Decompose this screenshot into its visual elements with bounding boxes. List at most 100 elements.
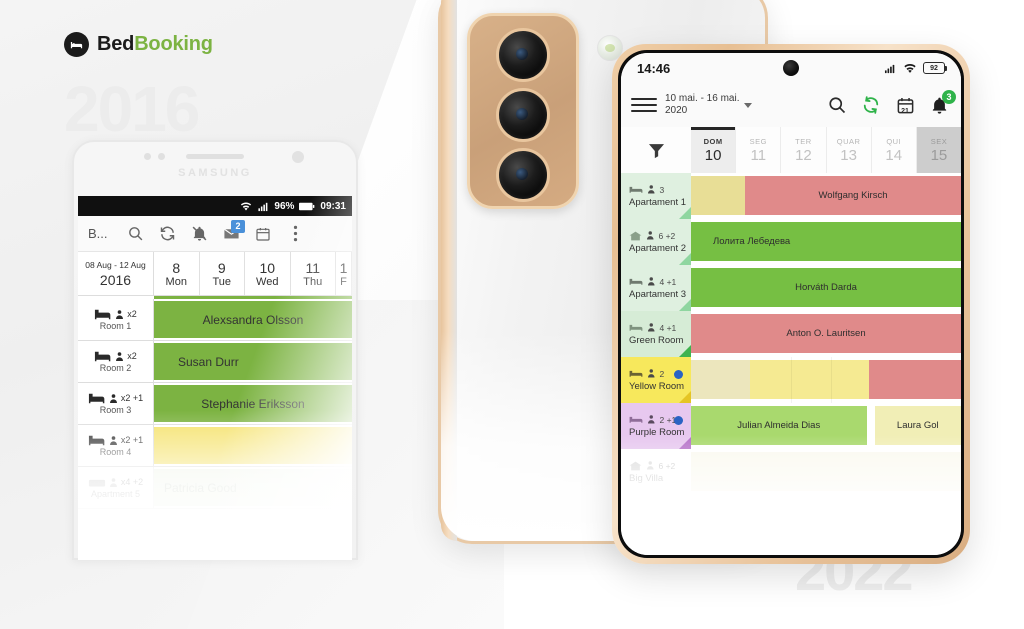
old-day-name: Mon xyxy=(165,275,187,288)
room-corner-marker xyxy=(679,437,691,449)
reservation-block[interactable]: Лолита Лебедева xyxy=(691,222,961,261)
reservation-block[interactable]: Patricia Good xyxy=(154,469,352,506)
reservation-block[interactable]: Laura Gol xyxy=(874,406,961,445)
room-name: Apartament 2 xyxy=(629,242,687,254)
reservation-block[interactable]: Anton O. Lauritsen xyxy=(691,314,961,353)
old-date-range-year: 2016 xyxy=(99,271,132,288)
old-room-track[interactable]: Susan Durr xyxy=(154,341,352,382)
reservation-block[interactable]: Horváth Darda xyxy=(691,268,961,307)
old-room-cell[interactable]: x2 Room 1 xyxy=(78,299,154,340)
reservation-block[interactable] xyxy=(691,452,961,491)
calendar-icon[interactable]: 21 xyxy=(893,93,917,117)
notification-bell-icon[interactable]: 3 xyxy=(927,90,956,117)
old-phone-front-camera xyxy=(292,151,304,163)
reservation-block[interactable] xyxy=(869,360,961,399)
date-range-selector[interactable]: 10 mai. - 16 mai. 2020 xyxy=(665,93,753,118)
reservation-block[interactable]: Stephanie Eriksson xyxy=(154,385,352,422)
room-capacity: 6 +2 xyxy=(658,230,676,241)
refresh-icon[interactable] xyxy=(152,219,182,249)
reservation-block[interactable]: Wolfgang Kirsch xyxy=(745,176,961,215)
room-cell[interactable]: 4 +1 Apartament 3 xyxy=(621,265,691,311)
room-cell[interactable]: 6 +2 Big Villa xyxy=(621,449,691,495)
old-room-cell[interactable]: x4 +2 Apartment 5 xyxy=(78,467,154,508)
old-room-cell[interactable]: x2 +1 Room 3 xyxy=(78,383,154,424)
table-row[interactable]: x2 +1 Room 4 xyxy=(78,425,352,467)
reservation-block[interactable]: Julian Almeida Dias xyxy=(691,406,867,445)
new-status-indicators: 92 xyxy=(883,62,947,74)
room-track[interactable]: Wolfgang Kirsch xyxy=(691,173,961,219)
table-row[interactable]: 2 Yellow Room xyxy=(621,357,961,403)
person-icon xyxy=(109,477,117,487)
room-status-dot xyxy=(674,370,683,379)
table-row[interactable]: 2 +1 Purple Room Julian Almeida Dias Lau… xyxy=(621,403,961,449)
person-icon xyxy=(647,461,654,470)
old-day-column-0[interactable]: 8 Mon xyxy=(154,252,200,295)
old-day-column-3[interactable]: 11 Thu xyxy=(291,252,336,295)
table-row[interactable]: x4 +2 Apartment 5 Patricia Good xyxy=(78,467,352,509)
old-room-track[interactable] xyxy=(154,425,352,466)
room-track[interactable] xyxy=(691,357,961,403)
reservation-block[interactable] xyxy=(691,176,745,215)
room-cell[interactable]: 2 +1 Purple Room xyxy=(621,403,691,449)
day-column-sex[interactable]: SEX 15 xyxy=(915,127,961,173)
room-corner-marker xyxy=(679,391,691,403)
old-room-cell[interactable]: x2 Room 2 xyxy=(78,341,154,382)
reservation-block[interactable]: Susan Durr xyxy=(154,343,352,380)
room-track[interactable]: Лолита Лебедева xyxy=(691,219,961,265)
reservation-block[interactable] xyxy=(154,427,352,464)
old-day-column-2[interactable]: 10 Wed xyxy=(245,252,291,295)
old-phone-device: SAMSUNG 96% 09:31 B... 2 08 Aug - 12 Aug… xyxy=(72,140,358,560)
room-track[interactable]: Julian Almeida Dias Laura Gol xyxy=(691,403,961,449)
table-row[interactable]: x2 Room 2 Susan Durr xyxy=(78,341,352,383)
table-row[interactable]: x2 +1 Room 3 Stephanie Eriksson xyxy=(78,383,352,425)
old-day-column-1[interactable]: 9 Tue xyxy=(200,252,245,295)
bell-muted-icon[interactable] xyxy=(184,219,214,249)
room-track[interactable]: Anton O. Lauritsen xyxy=(691,311,961,357)
calendar-icon[interactable] xyxy=(248,219,278,249)
search-icon[interactable] xyxy=(825,93,849,117)
day-column-ter[interactable]: TER 12 xyxy=(780,127,825,173)
old-room-track[interactable]: Alexsandra Olsson xyxy=(154,299,352,340)
old-room-capacity: x2 xyxy=(127,309,137,319)
room-name: Green Room xyxy=(629,334,684,346)
signal-icon xyxy=(883,63,897,74)
person-icon xyxy=(647,231,654,240)
reservation-block[interactable] xyxy=(691,360,751,399)
new-toolbar-icons: 21 3 xyxy=(825,90,956,117)
filter-icon[interactable] xyxy=(621,127,691,173)
new-booking-grid: 3 Apartament 1 Wolfgang Kirsch 6 +2 Apar… xyxy=(621,173,961,495)
old-room-track[interactable]: Stephanie Eriksson xyxy=(154,383,352,424)
room-cell[interactable]: 2 Yellow Room xyxy=(621,357,691,403)
chevron-down-icon[interactable] xyxy=(744,102,753,108)
table-row[interactable]: 3 Apartament 1 Wolfgang Kirsch xyxy=(621,173,961,219)
day-column-quar[interactable]: QUAR 13 xyxy=(825,127,871,173)
old-date-range[interactable]: 08 Aug - 12 Aug 2016 xyxy=(78,252,154,295)
day-column-seg[interactable]: SEG 11 xyxy=(735,127,780,173)
room-name: Yellow Room xyxy=(629,380,685,392)
room-cell[interactable]: 3 Apartament 1 xyxy=(621,173,691,219)
table-row[interactable]: x2 Room 1 Alexsandra Olsson xyxy=(78,299,352,341)
room-cell[interactable]: 4 +1 Green Room xyxy=(621,311,691,357)
day-column-dom[interactable]: DOM 10 xyxy=(691,127,736,173)
day-name: QUAR xyxy=(836,136,861,146)
room-track[interactable] xyxy=(691,449,961,495)
overflow-menu-icon[interactable] xyxy=(280,219,310,249)
hamburger-menu-icon[interactable] xyxy=(631,97,657,113)
table-row[interactable]: 4 +1 Apartament 3 Horváth Darda xyxy=(621,265,961,311)
old-day-column-4[interactable]: 1 F xyxy=(336,252,352,295)
old-room-capacity-line: x4 +2 xyxy=(88,477,143,488)
day-column-qui[interactable]: QUI 14 xyxy=(870,127,916,173)
table-row[interactable]: 6 +2 Apartament 2 Лолита Лебедева xyxy=(621,219,961,265)
table-row[interactable]: 4 +1 Green Room Anton O. Lauritsen xyxy=(621,311,961,357)
mail-icon[interactable]: 2 xyxy=(216,219,246,249)
old-room-track[interactable]: Patricia Good xyxy=(154,467,352,508)
room-capacity: 3 xyxy=(659,184,665,195)
table-row[interactable]: 6 +2 Big Villa xyxy=(621,449,961,495)
sync-icon[interactable] xyxy=(859,93,883,117)
reservation-block[interactable] xyxy=(750,360,870,399)
old-room-cell[interactable]: x2 +1 Room 4 xyxy=(78,425,154,466)
room-track[interactable]: Horváth Darda xyxy=(691,265,961,311)
search-icon[interactable] xyxy=(120,219,150,249)
reservation-block[interactable]: Alexsandra Olsson xyxy=(154,301,352,338)
room-cell[interactable]: 6 +2 Apartament 2 xyxy=(621,219,691,265)
